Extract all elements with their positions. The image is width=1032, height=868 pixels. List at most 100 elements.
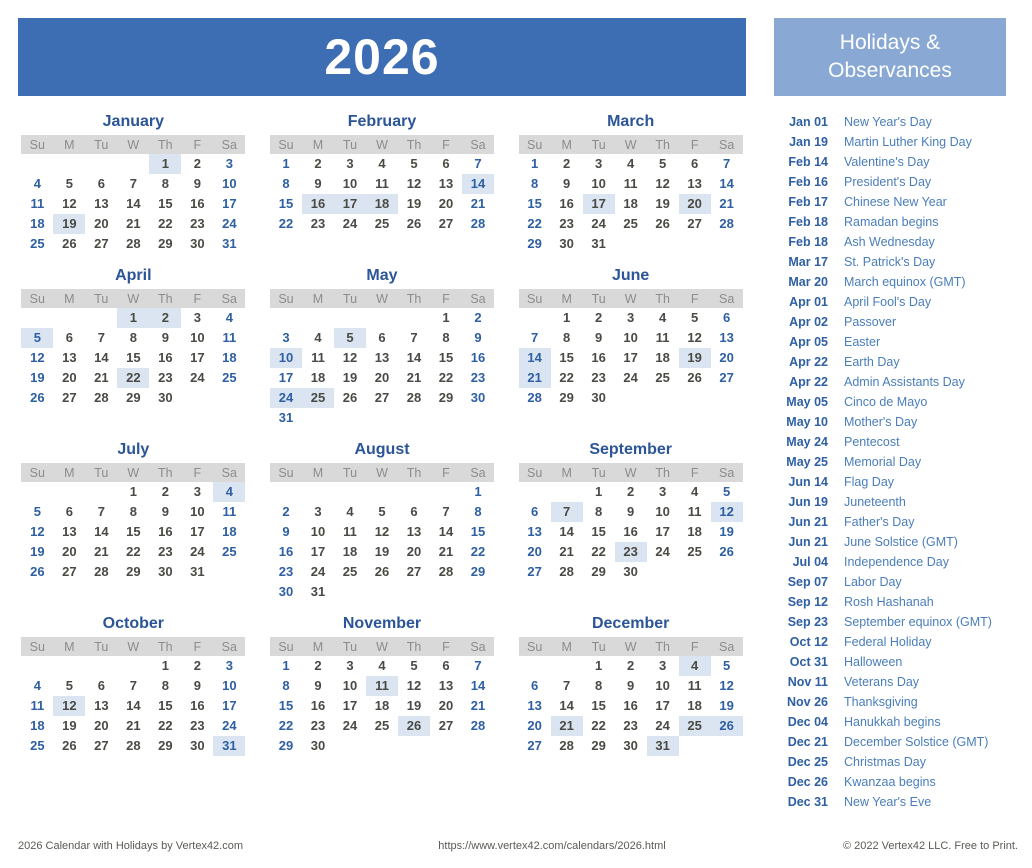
day-cell[interactable]: 8: [117, 328, 149, 348]
day-cell[interactable]: 15: [117, 522, 149, 542]
day-cell[interactable]: 28: [551, 562, 583, 582]
day-cell[interactable]: 13: [519, 522, 551, 542]
day-cell[interactable]: 18: [365, 194, 398, 214]
day-cell[interactable]: 22: [519, 214, 551, 234]
day-cell[interactable]: 18: [647, 348, 679, 368]
day-cell[interactable]: 11: [213, 502, 245, 522]
day-cell[interactable]: 9: [462, 328, 494, 348]
day-cell[interactable]: 28: [462, 716, 494, 736]
day-cell[interactable]: 26: [710, 716, 743, 736]
day-cell[interactable]: 30: [615, 736, 647, 756]
day-cell[interactable]: 1: [117, 482, 149, 502]
day-cell[interactable]: 17: [302, 542, 334, 562]
day-cell[interactable]: 9: [149, 328, 181, 348]
day-cell[interactable]: 11: [647, 328, 679, 348]
day-cell[interactable]: 17: [582, 194, 615, 214]
day-cell[interactable]: 7: [550, 502, 583, 522]
day-cell[interactable]: 5: [679, 308, 711, 328]
day-cell[interactable]: 16: [551, 194, 583, 214]
day-cell[interactable]: 26: [53, 234, 85, 254]
day-cell[interactable]: 24: [269, 388, 302, 408]
day-cell[interactable]: 1: [149, 154, 182, 174]
day-cell[interactable]: 9: [181, 174, 213, 194]
day-cell[interactable]: 2: [615, 656, 647, 676]
day-cell[interactable]: 13: [679, 174, 711, 194]
day-cell[interactable]: 23: [302, 214, 334, 234]
day-cell[interactable]: 26: [679, 368, 711, 388]
day-cell[interactable]: 21: [430, 542, 462, 562]
day-cell[interactable]: 22: [149, 716, 181, 736]
day-cell[interactable]: 2: [181, 154, 213, 174]
day-cell[interactable]: 20: [85, 214, 117, 234]
day-cell[interactable]: 29: [519, 234, 551, 254]
day-cell[interactable]: 27: [519, 736, 551, 756]
day-cell[interactable]: 11: [365, 676, 398, 696]
day-cell[interactable]: 26: [397, 716, 430, 736]
day-cell[interactable]: 1: [149, 656, 181, 676]
day-cell[interactable]: 15: [117, 348, 149, 368]
day-cell[interactable]: 28: [117, 736, 149, 756]
day-cell[interactable]: 28: [551, 736, 583, 756]
day-cell[interactable]: 4: [366, 656, 398, 676]
day-cell[interactable]: 23: [302, 716, 334, 736]
day-cell[interactable]: 29: [583, 562, 615, 582]
footer-url[interactable]: https://www.vertex42.com/calendars/2026.…: [378, 840, 786, 852]
day-cell[interactable]: 4: [302, 328, 334, 348]
day-cell[interactable]: 12: [53, 696, 86, 716]
day-cell[interactable]: 30: [462, 388, 494, 408]
day-cell[interactable]: 22: [117, 368, 150, 388]
day-cell[interactable]: 16: [583, 348, 615, 368]
day-cell[interactable]: 21: [462, 696, 494, 716]
day-cell[interactable]: 22: [270, 716, 302, 736]
day-cell[interactable]: 20: [53, 368, 85, 388]
day-cell[interactable]: 5: [366, 502, 398, 522]
day-cell[interactable]: 2: [302, 656, 334, 676]
day-cell[interactable]: 24: [647, 542, 679, 562]
day-cell[interactable]: 31: [270, 408, 302, 428]
day-cell[interactable]: 9: [583, 328, 615, 348]
day-cell[interactable]: 4: [334, 502, 366, 522]
day-cell[interactable]: 10: [269, 348, 302, 368]
day-cell[interactable]: 4: [615, 154, 647, 174]
day-cell[interactable]: 19: [53, 214, 86, 234]
day-cell[interactable]: 14: [551, 696, 583, 716]
day-cell[interactable]: 21: [711, 194, 743, 214]
day-cell[interactable]: 23: [551, 214, 583, 234]
day-cell[interactable]: 13: [366, 348, 398, 368]
day-cell[interactable]: 21: [85, 368, 117, 388]
day-cell[interactable]: 12: [679, 328, 711, 348]
day-cell[interactable]: 29: [149, 736, 181, 756]
day-cell[interactable]: 1: [270, 154, 302, 174]
day-cell[interactable]: 26: [366, 562, 398, 582]
day-cell[interactable]: 16: [181, 696, 213, 716]
day-cell[interactable]: 6: [85, 174, 117, 194]
day-cell[interactable]: 20: [366, 368, 398, 388]
day-cell[interactable]: 10: [334, 676, 366, 696]
day-cell[interactable]: 12: [366, 522, 398, 542]
day-cell[interactable]: 28: [117, 234, 149, 254]
day-cell[interactable]: 6: [430, 656, 462, 676]
day-cell[interactable]: 24: [647, 716, 679, 736]
day-cell[interactable]: 7: [430, 502, 462, 522]
day-cell[interactable]: 15: [270, 696, 302, 716]
day-cell[interactable]: 5: [53, 174, 85, 194]
day-cell[interactable]: 20: [519, 716, 551, 736]
day-cell[interactable]: 29: [462, 562, 494, 582]
day-cell[interactable]: 11: [679, 676, 711, 696]
day-cell[interactable]: 18: [213, 348, 245, 368]
day-cell[interactable]: 29: [117, 388, 149, 408]
day-cell[interactable]: 5: [711, 482, 743, 502]
day-cell[interactable]: 24: [334, 214, 366, 234]
day-cell[interactable]: 9: [615, 502, 647, 522]
day-cell[interactable]: 22: [583, 542, 615, 562]
day-cell[interactable]: 4: [678, 656, 711, 676]
day-cell[interactable]: 20: [711, 348, 743, 368]
day-cell[interactable]: 12: [53, 194, 85, 214]
day-cell[interactable]: 28: [85, 388, 117, 408]
day-cell[interactable]: 20: [53, 542, 85, 562]
day-cell[interactable]: 25: [366, 214, 398, 234]
day-cell[interactable]: 18: [679, 522, 711, 542]
day-cell[interactable]: 1: [583, 656, 615, 676]
day-cell[interactable]: 18: [302, 368, 334, 388]
day-cell[interactable]: 19: [711, 522, 743, 542]
